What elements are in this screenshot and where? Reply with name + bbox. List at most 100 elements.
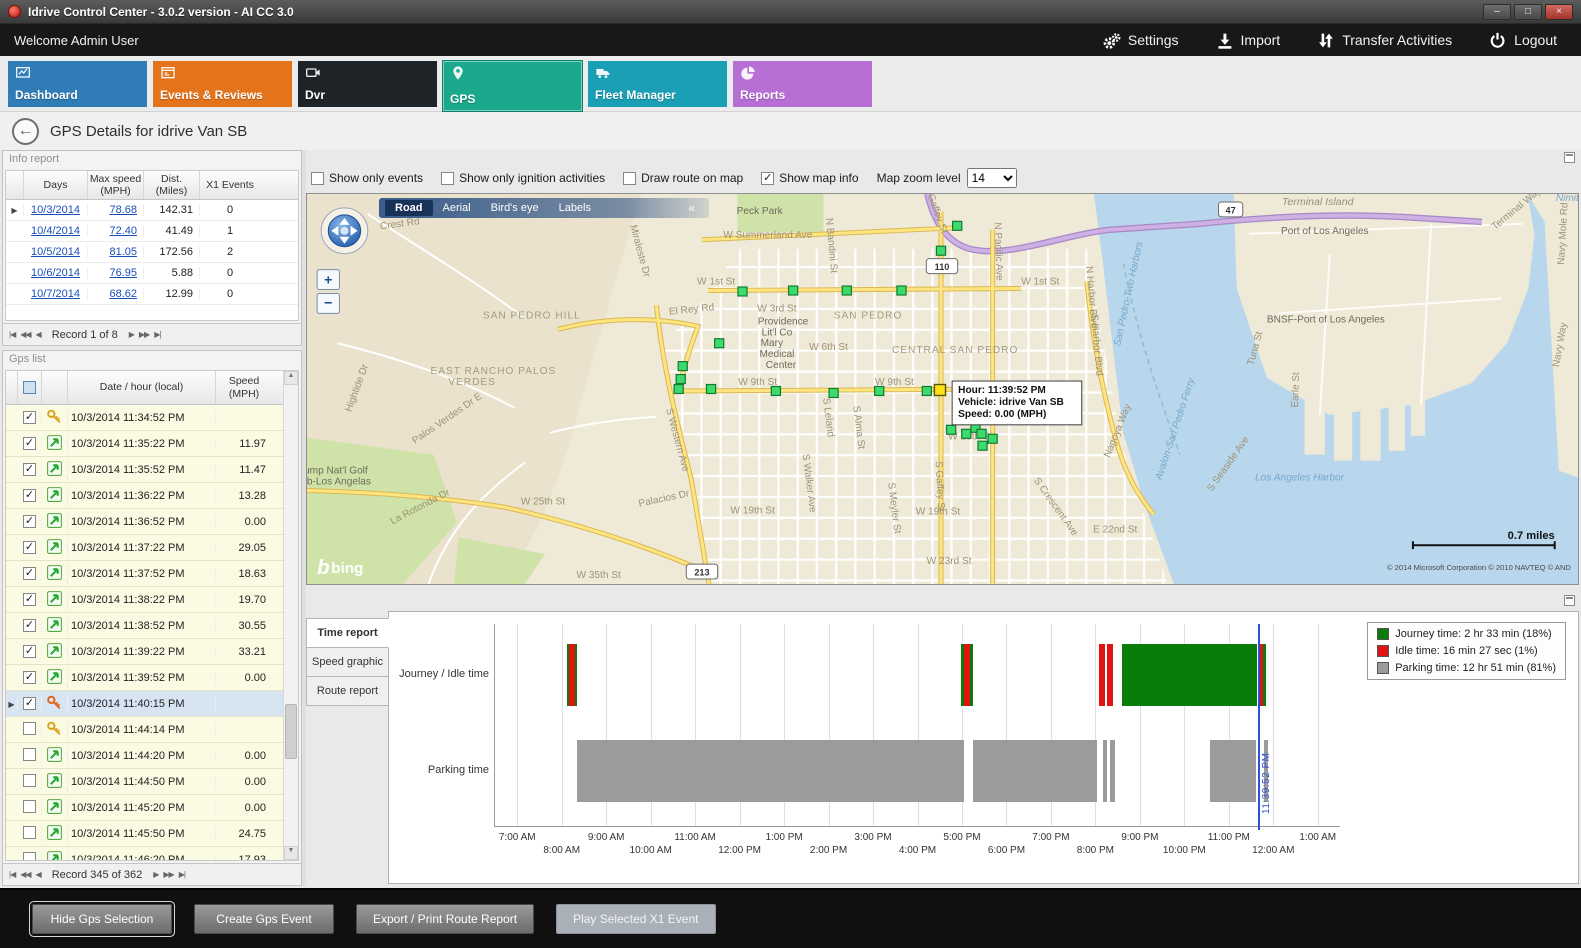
day-link[interactable]: 10/6/2014 [24, 267, 88, 279]
row-checkbox[interactable]: ✓ [23, 619, 36, 632]
horizontal-splitter[interactable] [306, 585, 1579, 593]
bing-map[interactable]: Crest RdW Summerland AvePeck ParkW 1st S… [307, 194, 1578, 584]
gps-marker[interactable] [789, 286, 798, 295]
list-item[interactable]: ✓10/3/2014 11:37:52 PM18.63 [6, 561, 283, 587]
first-page-button[interactable]: |◀ [9, 870, 15, 879]
maximize-chart-panel-button[interactable] [1564, 595, 1575, 606]
gps-marker[interactable] [674, 385, 683, 394]
list-item[interactable]: ✓10/3/2014 11:39:52 PM0.00 [6, 665, 283, 691]
max-speed-link[interactable]: 68.62 [88, 288, 144, 300]
row-checkbox[interactable] [23, 722, 36, 735]
table-row[interactable]: 10/7/201468.6212.990 [6, 284, 298, 305]
list-item[interactable]: ✓10/3/2014 11:38:52 PM30.55 [6, 613, 283, 639]
gps-marker[interactable] [771, 387, 780, 396]
row-checkbox[interactable]: ✓ [23, 515, 36, 528]
list-item[interactable]: ✓10/3/2014 11:34:52 PM [6, 405, 283, 431]
list-item[interactable]: 10/3/2014 11:45:50 PM24.75 [6, 821, 283, 847]
menu-settings[interactable]: Settings [1102, 31, 1179, 50]
day-link[interactable]: 10/3/2014 [24, 204, 88, 216]
nav-tile-reports[interactable]: Reports [733, 61, 872, 107]
map-tab-bird-s-eye[interactable]: Bird's eye [481, 200, 549, 216]
row-checkbox[interactable]: ✓ [23, 697, 36, 710]
list-item[interactable]: ✓10/3/2014 11:37:22 PM29.05 [6, 535, 283, 561]
gps-marker[interactable] [715, 339, 724, 348]
table-row[interactable]: 10/6/201476.955.880 [6, 263, 298, 284]
zoom-in-button[interactable]: + [317, 270, 339, 290]
day-link[interactable]: 10/5/2014 [24, 246, 88, 258]
list-item[interactable]: ✓10/3/2014 11:38:22 PM19.70 [6, 587, 283, 613]
row-checkbox[interactable]: ✓ [23, 567, 36, 580]
gps-marker[interactable] [875, 387, 884, 396]
max-speed-link[interactable]: 81.05 [88, 246, 144, 258]
row-checkbox[interactable] [23, 826, 36, 839]
select-all-checkbox[interactable] [18, 371, 42, 404]
map-tab-labels[interactable]: Labels [549, 200, 601, 216]
nav-tile-fleet-manager[interactable]: Fleet Manager [588, 61, 727, 107]
table-row[interactable]: 10/5/201481.05172.562 [6, 242, 298, 263]
row-checkbox[interactable]: ✓ [23, 463, 36, 476]
list-item[interactable]: ✓10/3/2014 11:36:52 PM0.00 [6, 509, 283, 535]
gps-marker[interactable] [947, 425, 956, 434]
column-header-days[interactable]: Days [24, 171, 88, 199]
nav-tile-dvr[interactable]: Dvr [298, 61, 437, 107]
list-item[interactable]: ✓10/3/2014 11:39:22 PM33.21 [6, 639, 283, 665]
table-row[interactable]: 10/4/201472.4041.491 [6, 221, 298, 242]
next-button[interactable]: ▶ [153, 870, 158, 879]
back-button[interactable]: ← [12, 118, 39, 145]
column-header-x1-events[interactable]: X1 Events [200, 171, 260, 199]
map-collapse-button[interactable]: « [680, 201, 703, 215]
row-checkbox[interactable]: ✓ [23, 437, 36, 450]
nav-tile-dashboard[interactable]: Dashboard [8, 61, 147, 107]
gps-marker[interactable] [842, 286, 851, 295]
selected-gps-marker[interactable] [934, 385, 945, 396]
gps-marker[interactable] [707, 385, 716, 394]
checkbox-show-only-ignition-activities[interactable]: Show only ignition activities [441, 171, 605, 185]
play-selected-x1-event-button[interactable]: Play Selected X1 Event [556, 904, 715, 934]
nav-tile-events-reviews[interactable]: Events & Reviews [153, 61, 292, 107]
prev-page-button[interactable]: ◀◀ [20, 330, 30, 339]
list-item[interactable]: 10/3/2014 11:44:50 PM0.00 [6, 769, 283, 795]
close-button[interactable]: × [1545, 4, 1573, 20]
map-tab-aerial[interactable]: Aerial [433, 200, 481, 216]
zoom-out-button[interactable]: − [317, 293, 339, 313]
export-print-route-report-button[interactable]: Export / Print Route Report [356, 904, 534, 934]
hide-gps-selection-button[interactable]: Hide Gps Selection [32, 904, 172, 934]
next-page-button[interactable]: ▶▶ [139, 330, 149, 339]
prev-button[interactable]: ◀ [36, 330, 41, 339]
next-page-button[interactable]: ▶▶ [163, 870, 173, 879]
gps-marker[interactable] [988, 434, 997, 443]
gps-marker[interactable] [978, 441, 987, 450]
gps-marker[interactable] [922, 387, 931, 396]
list-item[interactable]: ✓10/3/2014 11:35:52 PM11.47 [6, 457, 283, 483]
gps-marker[interactable] [897, 286, 906, 295]
list-item[interactable]: 10/3/2014 11:44:20 PM0.00 [6, 743, 283, 769]
row-checkbox[interactable]: ✓ [23, 671, 36, 684]
max-speed-link[interactable]: 78.68 [88, 204, 144, 216]
map-zoom-select[interactable]: 14 [967, 168, 1017, 188]
maximize-map-panel-button[interactable] [1564, 152, 1575, 163]
create-gps-event-button[interactable]: Create Gps Event [194, 904, 334, 934]
row-checkbox[interactable]: ✓ [23, 411, 36, 424]
gps-list-scrollbar[interactable]: ▲ ▼ [283, 371, 298, 860]
tab-route-report[interactable]: Route report [306, 676, 389, 706]
row-checkbox[interactable] [23, 800, 36, 813]
gps-marker[interactable] [676, 375, 685, 384]
row-checkbox[interactable] [23, 748, 36, 761]
first-page-button[interactable]: |◀ [9, 330, 15, 339]
scrollbar-thumb[interactable] [285, 704, 297, 759]
last-page-button[interactable]: ▶| [154, 330, 160, 339]
tab-time-report[interactable]: Time report [306, 618, 389, 648]
list-item[interactable]: ✓10/3/2014 11:36:22 PM13.28 [6, 483, 283, 509]
scroll-down-icon[interactable]: ▼ [284, 846, 298, 860]
gps-marker[interactable] [829, 389, 838, 398]
max-speed-link[interactable]: 72.40 [88, 225, 144, 237]
row-checkbox[interactable]: ✓ [23, 489, 36, 502]
checkbox-draw-route-on-map[interactable]: Draw route on map [623, 171, 743, 185]
menu-logout[interactable]: Logout [1488, 31, 1557, 50]
prev-page-button[interactable]: ◀◀ [20, 870, 30, 879]
prev-button[interactable]: ◀ [36, 870, 41, 879]
list-item[interactable]: 10/3/2014 11:46:20 PM17.93 [6, 847, 283, 860]
row-checkbox[interactable]: ✓ [23, 593, 36, 606]
tab-speed-graphic[interactable]: Speed graphic [306, 647, 389, 677]
gps-marker[interactable] [977, 429, 986, 438]
